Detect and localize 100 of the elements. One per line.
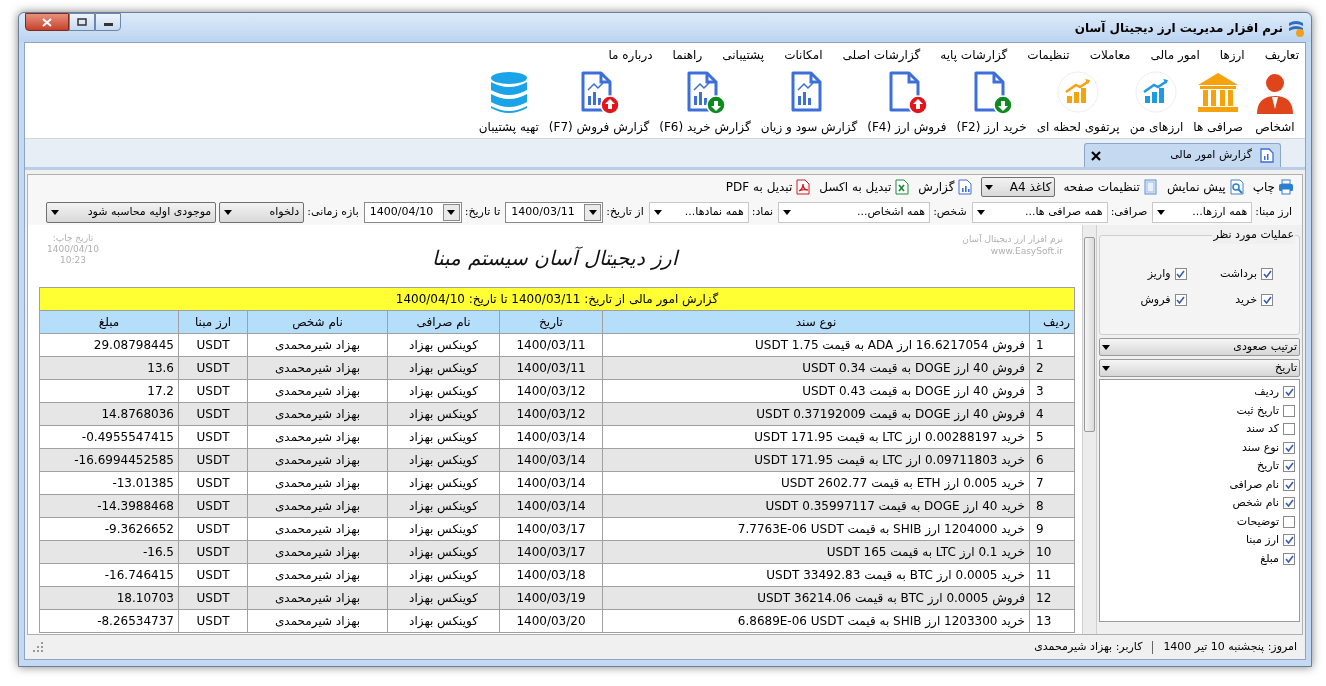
field-label: ارز مبنا: — [1255, 203, 1292, 220]
toolbar-button[interactable]: تبدیل به اکسل — [819, 178, 911, 196]
checkbox[interactable] — [1283, 386, 1295, 399]
table-cell: کوینکس بهزاد — [387, 333, 500, 357]
select-dropdown[interactable]: موجودی اولیه محاسبه شود — [46, 201, 217, 223]
toolbar-button[interactable]: گزارش سود و زیان — [758, 69, 860, 136]
table-cell: USDT — [178, 563, 248, 587]
toolbar-button[interactable]: تنظیمات صفحه — [1063, 178, 1159, 196]
table-cell: 1400/03/20 — [499, 609, 603, 633]
caret-icon — [1102, 365, 1110, 371]
size-grip-icon — [33, 642, 43, 652]
toolbar-button[interactable]: گزارش فروش (F7) — [546, 69, 652, 136]
filter-dropdown[interactable]: همه صرافی ها... — [971, 201, 1108, 223]
brand-text: نرم افزار ارز دیجیتال آسان — [962, 233, 1063, 245]
minimize-button[interactable] — [95, 13, 121, 31]
table-cell: کوینکس بهزاد — [387, 425, 500, 449]
toolbar-button[interactable]: تهیه پشتیبان — [476, 69, 541, 136]
toolbar-button[interactable]: صرافی ها — [1191, 69, 1245, 136]
toolbar-button[interactable]: خرید ارز (F2) — [954, 69, 1029, 136]
toolbar-button[interactable]: چاپ — [1252, 178, 1294, 196]
maximize-button[interactable] — [69, 13, 95, 31]
table-cell: -14.3988468 — [39, 494, 179, 518]
table-cell: 17.2 — [39, 379, 179, 403]
menu-item[interactable]: تعاریف — [1264, 46, 1299, 64]
checkbox[interactable] — [1283, 515, 1295, 528]
table-cell: بهزاد شیرمحمدی — [247, 448, 388, 472]
menu-item[interactable]: راهنما — [672, 46, 703, 64]
checkbox[interactable] — [1283, 423, 1295, 436]
select-dropdown[interactable]: دلخواه — [219, 201, 305, 223]
table-cell: بهزاد شیرمحمدی — [247, 494, 388, 518]
table-cell: خرید 0.0005 ارز BTC به قیمت 33492.83 USDT — [602, 563, 1030, 587]
filter-dropdown[interactable]: همه اشخاص... — [778, 201, 931, 223]
checkbox[interactable] — [1283, 441, 1295, 454]
report-tab[interactable]: گزارش امور مالی — [1084, 143, 1281, 167]
column-header: مبلغ — [39, 310, 179, 334]
table-cell: 1 — [1029, 333, 1075, 357]
filter-dropdown[interactable]: همه ارزها... — [1152, 201, 1253, 223]
table-cell: 10 — [1029, 540, 1075, 564]
menu-item[interactable]: درباره ما — [608, 46, 653, 64]
checkbox[interactable] — [1283, 552, 1295, 565]
table-cell: -16.5 — [39, 540, 179, 564]
checkbox[interactable] — [1283, 460, 1295, 473]
table-cell: 5 — [1029, 425, 1075, 449]
checkbox[interactable] — [1283, 478, 1295, 491]
menu-item[interactable]: گزارشات اصلی — [842, 46, 921, 64]
table-cell: کوینکس بهزاد — [387, 356, 500, 380]
caret-icon — [1157, 209, 1166, 215]
menu-item[interactable]: تنظیمات — [1027, 46, 1070, 64]
table-cell: خرید 1204000 ارز SHIB به قیمت 7.7763E-06 USDT — [602, 517, 1030, 541]
menu-item[interactable]: معاملات — [1089, 46, 1131, 64]
spreadsheet-icon — [894, 179, 911, 195]
table-cell: 1400/03/11 — [499, 356, 603, 380]
scrollbar-thumb[interactable] — [1084, 237, 1095, 432]
table-cell: کوینکس بهزاد — [387, 586, 500, 610]
filter-dropdown[interactable]: همه نمادها... — [648, 201, 749, 223]
paper-size-dropdown[interactable]: کاغذ A4 — [981, 177, 1056, 197]
close-button[interactable] — [25, 13, 69, 31]
date-field[interactable]: 1400/03/11 — [505, 201, 604, 223]
field-label: صرافی: — [1110, 203, 1148, 220]
table-cell: USDT — [178, 540, 248, 564]
table-cell: 29.08798445 — [39, 333, 179, 357]
growth-chart-icon — [1134, 70, 1179, 116]
checkbox[interactable] — [1261, 268, 1273, 281]
menu-item[interactable]: پشتیبانی — [722, 46, 765, 64]
date-field[interactable]: 1400/04/10 — [363, 201, 462, 223]
table-cell: 1400/03/14 — [499, 448, 603, 472]
checkbox[interactable] — [1283, 404, 1295, 417]
toolbar-button[interactable]: گزارش خرید (F6) — [657, 69, 753, 136]
checkbox[interactable] — [1174, 268, 1187, 281]
toolbar-button[interactable]: تبدیل به PDF — [725, 178, 812, 196]
table-cell: 1400/03/12 — [499, 379, 603, 403]
table-cell: فروش 40 ارز DOGE به قیمت 0.37192009 USDT — [602, 402, 1030, 426]
toolbar-button[interactable]: پرتفوی لحظه ای — [1034, 69, 1122, 136]
print-info: 1400/04/10 — [47, 244, 99, 255]
sort-order-dropdown[interactable]: ترتیب صعودی — [1099, 338, 1300, 356]
table-cell: بهزاد شیرمحمدی — [247, 540, 388, 564]
checkbox[interactable] — [1261, 293, 1273, 306]
checkbox[interactable] — [1283, 534, 1295, 547]
growth-chart-icon — [1056, 70, 1101, 116]
scrollbar[interactable] — [1082, 225, 1097, 634]
checkbox[interactable] — [1283, 497, 1295, 510]
checkbox[interactable] — [1174, 293, 1187, 306]
caret-icon — [51, 209, 60, 215]
table-cell: 7 — [1029, 471, 1075, 495]
table-cell: USDT — [178, 402, 248, 426]
close-icon[interactable] — [1091, 150, 1101, 161]
sort-field-dropdown[interactable]: تاریخ — [1099, 359, 1300, 377]
menu-item[interactable]: امور مالی — [1150, 46, 1200, 64]
menu-item[interactable]: امکانات — [784, 46, 823, 64]
column-header: نام شخص — [247, 310, 388, 334]
toolbar-button[interactable]: فروش ارز (F4) — [865, 69, 949, 136]
table-cell: 1400/03/11 — [499, 333, 603, 357]
menu-item[interactable]: ارزها — [1219, 46, 1245, 64]
toolbar-button[interactable]: پیش نمایش — [1166, 178, 1245, 196]
toolbar-button[interactable]: ارزهای من — [1127, 69, 1186, 136]
table-cell: -0.4955547415 — [39, 425, 179, 449]
printer-icon — [1278, 179, 1294, 195]
toolbar-button[interactable]: گزارش — [918, 178, 974, 196]
toolbar-button[interactable]: اشخاص — [1251, 69, 1299, 136]
menu-item[interactable]: گزارشات پایه — [940, 46, 1008, 64]
